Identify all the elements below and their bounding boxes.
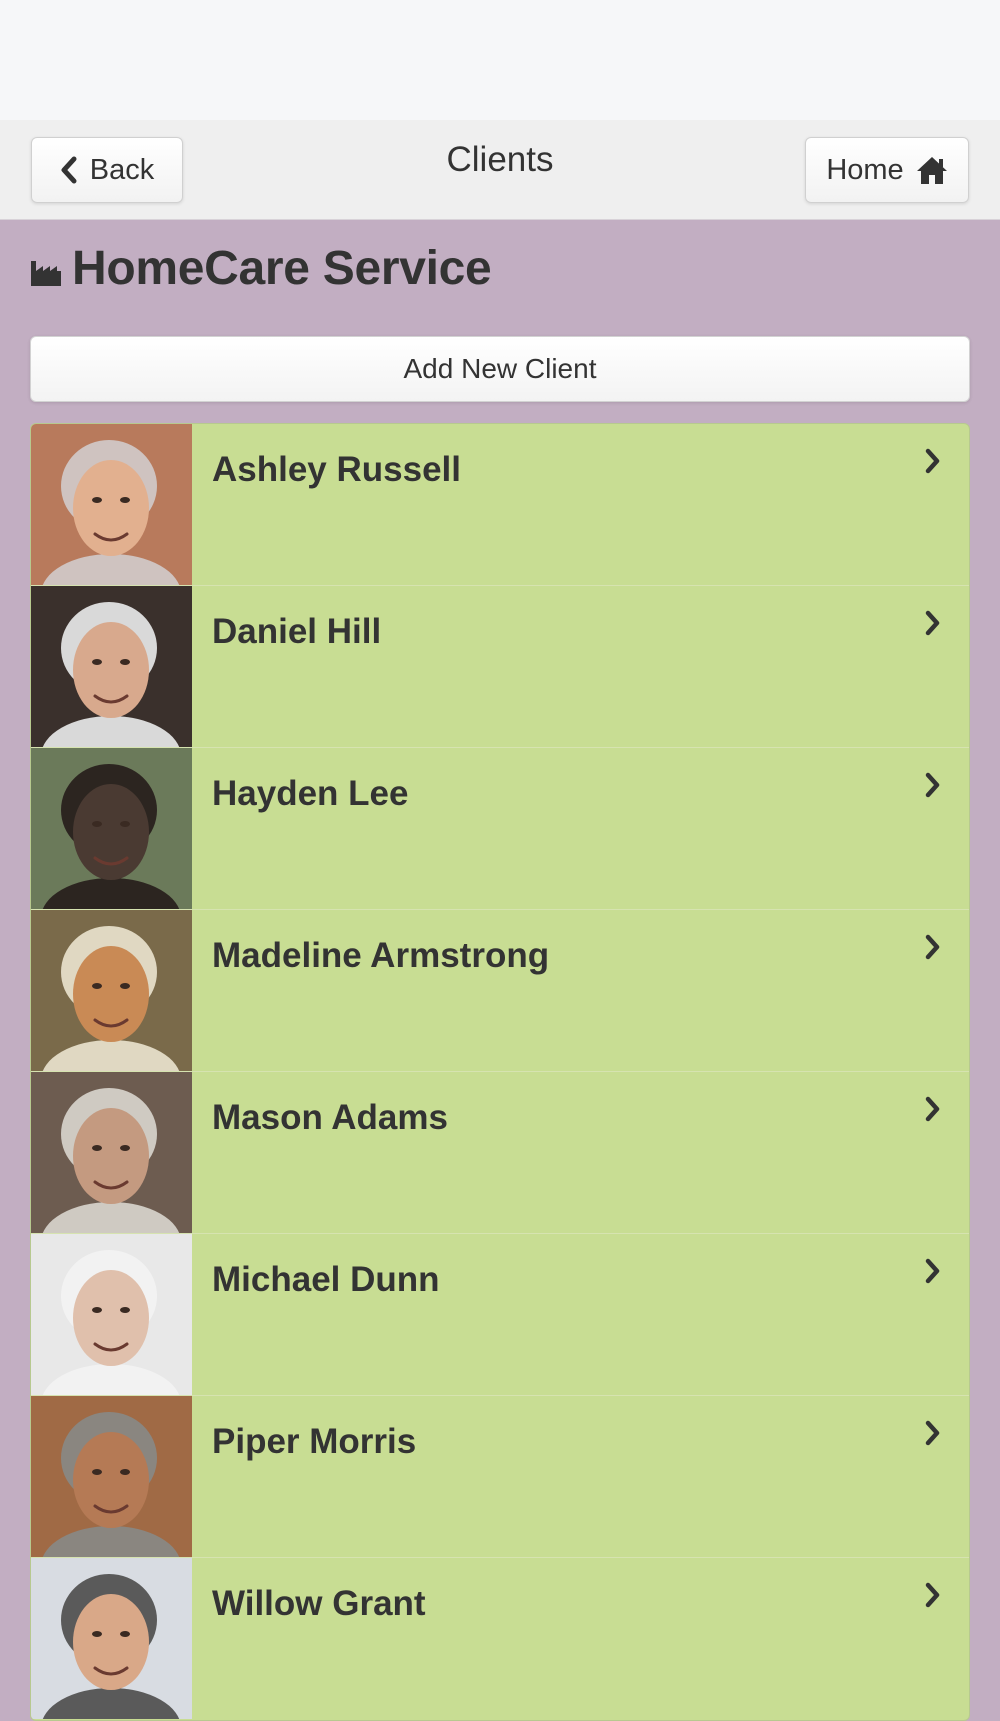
client-list-item[interactable]: Madeline Armstrong — [31, 910, 969, 1072]
home-button-label: Home — [826, 153, 904, 186]
client-name: Madeline Armstrong — [212, 936, 550, 975]
client-avatar-photo-elderly-woman — [31, 1558, 192, 1719]
header-bar: Back Clients Home — [0, 120, 1000, 220]
client-list-item[interactable]: Piper Morris — [31, 1396, 969, 1558]
client-avatar-photo-elderly-man — [31, 748, 192, 909]
chevron-right-icon — [925, 1258, 941, 1289]
client-list-item[interactable]: Ashley Russell — [31, 424, 969, 586]
home-icon — [916, 155, 948, 185]
chevron-right-icon — [925, 1096, 941, 1127]
add-new-client-button[interactable]: Add New Client — [30, 336, 970, 402]
client-name: Ashley Russell — [212, 450, 461, 489]
client-list-item[interactable]: Daniel Hill — [31, 586, 969, 748]
client-list-item[interactable]: Michael Dunn — [31, 1234, 969, 1396]
status-bar — [0, 0, 1000, 120]
client-avatar-photo-elderly-man — [31, 1234, 192, 1395]
client-list-item[interactable]: Willow Grant — [31, 1558, 969, 1720]
main-content: HomeCare Service Add New Client Ashley R… — [0, 220, 1000, 1721]
client-name: Hayden Lee — [212, 774, 409, 813]
company-title: HomeCare Service — [72, 241, 492, 295]
client-avatar-photo-elderly-woman — [31, 1396, 192, 1557]
client-avatar-photo-elderly-woman — [31, 910, 192, 1071]
client-list-item[interactable]: Hayden Lee — [31, 748, 969, 910]
client-avatar-photo-elderly-man — [31, 586, 192, 747]
client-list-item[interactable]: Mason Adams — [31, 1072, 969, 1234]
chevron-right-icon — [925, 448, 941, 479]
client-avatar-photo-elderly-man — [31, 1072, 192, 1233]
client-name: Daniel Hill — [212, 612, 382, 651]
client-name: Mason Adams — [212, 1098, 448, 1137]
client-list: Ashley Russell Daniel Hill Hayden Lee Ma… — [30, 423, 970, 1721]
client-name: Piper Morris — [212, 1422, 417, 1461]
home-button[interactable]: Home — [805, 137, 969, 203]
chevron-right-icon — [925, 1582, 941, 1613]
industry-icon — [30, 249, 62, 287]
client-name: Michael Dunn — [212, 1260, 440, 1299]
chevron-right-icon — [925, 934, 941, 965]
company-heading: HomeCare Service — [30, 220, 970, 316]
client-avatar-photo-elderly-woman — [31, 424, 192, 585]
chevron-right-icon — [925, 1420, 941, 1451]
chevron-right-icon — [925, 772, 941, 803]
chevron-right-icon — [925, 610, 941, 641]
client-name: Willow Grant — [212, 1584, 426, 1623]
